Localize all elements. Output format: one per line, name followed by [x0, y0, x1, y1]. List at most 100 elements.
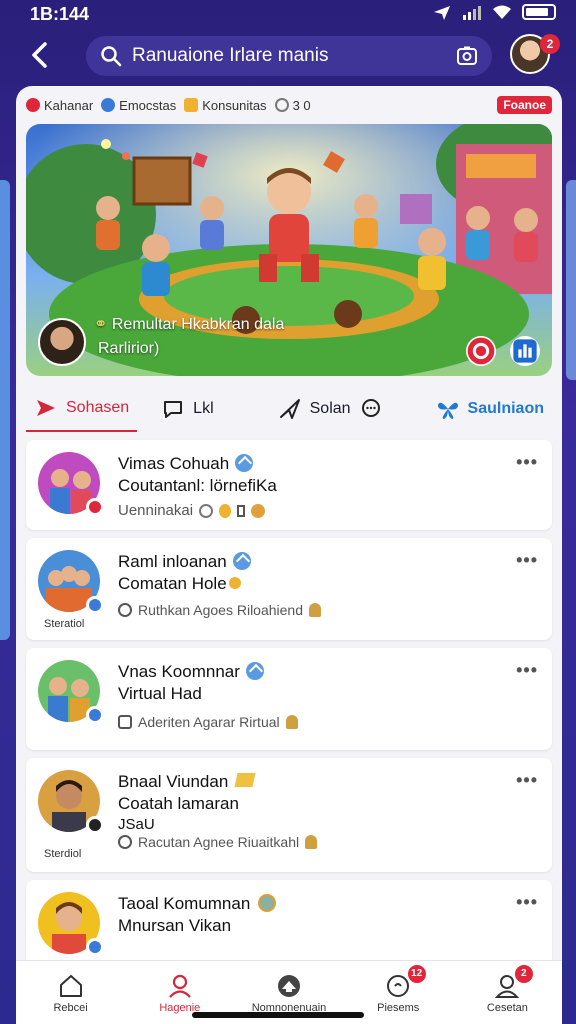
stats-button[interactable]: [510, 336, 540, 366]
wifi-icon: [493, 5, 511, 19]
bell-icon: [305, 835, 318, 849]
side-panel-left: [0, 180, 10, 640]
item-meta: Uenninakai: [118, 502, 266, 519]
list-item[interactable]: Vimas Cohuah Coutantanl: lörnefiKa Uenni…: [26, 440, 552, 530]
live-badge[interactable]: Foanoe: [497, 96, 552, 114]
link-icon: ⚭: [94, 316, 108, 333]
tab-lkl[interactable]: Lkl: [153, 386, 221, 432]
play-icon: [37, 400, 55, 416]
nav-home[interactable]: Rebcei: [16, 961, 125, 1024]
butterfly-icon: [437, 402, 458, 419]
bell-icon: [285, 715, 298, 729]
award-icon: [234, 773, 256, 787]
location-icon: [434, 6, 450, 20]
battery-icon: [522, 4, 556, 20]
more-options-button[interactable]: •••: [516, 550, 538, 571]
account-badge: 2: [514, 965, 533, 983]
message-icon: [118, 715, 132, 729]
profile-icon: [168, 974, 191, 998]
camera-icon[interactable]: [456, 45, 478, 67]
item-title: Bnaal Viundan: [118, 772, 256, 792]
item-status-label: Steratiol: [44, 618, 85, 630]
comment-icon: [164, 401, 183, 418]
status-badge: [86, 816, 104, 834]
status-bar: 1B:144: [0, 0, 576, 28]
medal-icon: [219, 503, 232, 518]
list-item[interactable]: Sterdiol Bnaal Viundan Coatah lamaran JS…: [26, 758, 552, 872]
community-icon: [278, 974, 300, 997]
home-indicator: [192, 1012, 364, 1018]
item-meta: Racutan Agnee Riuaitkahl: [118, 834, 318, 850]
record-icon: [467, 337, 495, 365]
tab-solan[interactable]: Solan: [270, 386, 391, 432]
home-icon: [59, 974, 82, 997]
status-icons: [432, 4, 556, 20]
coin-icon: [228, 577, 241, 589]
status-badge: [86, 596, 104, 614]
chip-counter[interactable]: 3 0: [274, 98, 311, 113]
status-badge: [86, 498, 104, 516]
list-item[interactable]: Steratiol Raml inloanan Comatan Hole Rut…: [26, 538, 552, 640]
bell-icon: [309, 603, 322, 617]
signal-icon: [463, 6, 481, 20]
comment-icon: [118, 835, 132, 849]
item-status-label: Sterdiol: [44, 848, 82, 860]
chat-bubble-icon: [361, 399, 380, 417]
more-options-button[interactable]: •••: [516, 452, 538, 473]
comment-icon: [118, 603, 132, 617]
item-subtitle: Coatah lamaran: [118, 794, 239, 813]
heart-icon: [26, 98, 40, 112]
item-title: Taoal Komumnan: [118, 894, 277, 914]
content-card: Kahanar Emocstas Konsunitas 3 0 Foanoe ⚭…: [16, 86, 562, 1024]
tab-sohasen[interactable]: Sohasen: [26, 386, 138, 432]
tab-saulniaon[interactable]: Saulniaon: [428, 386, 552, 432]
search-query[interactable]: Ranuaione Irlare manis: [132, 45, 456, 67]
item-title: Raml inloanan: [118, 552, 251, 572]
verified-icon: [245, 662, 264, 680]
status-badge: [86, 706, 104, 724]
emoji-icon: [251, 503, 266, 518]
chip-konsunitas[interactable]: Konsunitas: [184, 98, 267, 113]
list-item[interactable]: Vnas Koomnnar Virtual Had Aderiten Agara…: [26, 648, 552, 750]
side-panel-right: [566, 180, 576, 380]
chip-kahanar[interactable]: Kahanar: [26, 98, 93, 113]
chart-icon: [513, 339, 537, 363]
category-chips: Kahanar Emocstas Konsunitas 3 0 Foanoe: [26, 94, 552, 116]
share-icon: [279, 399, 300, 419]
item-subtitle: Comatan Hole: [118, 574, 241, 594]
tag-icon: [237, 504, 246, 517]
item-subtitle: Virtual Had: [118, 684, 202, 703]
more-options-button[interactable]: •••: [516, 660, 538, 681]
banner-title: ⚭ Remultar Hkabkran dala: [94, 316, 285, 333]
item-subtitle: Coutantanl: lörnefiKa: [118, 476, 277, 495]
item-meta: Aderiten Agarar Rirtual: [118, 714, 298, 730]
search-icon: [101, 46, 122, 67]
more-options-button[interactable]: •••: [516, 770, 538, 791]
item-meta: Ruthkan Agoes Riloahiend: [118, 602, 322, 618]
back-button[interactable]: [24, 38, 56, 72]
nav-account[interactable]: Cesetan 2: [453, 961, 562, 1024]
item-subtitle: Mnursan Vikan: [118, 916, 232, 935]
banner-host-avatar[interactable]: [38, 318, 86, 366]
messages-badge: 12: [407, 965, 426, 983]
search-bar[interactable]: Ranuaione Irlare manis: [86, 36, 492, 76]
content-tabs: Sohasen Lkl Solan Saulniaon: [26, 386, 552, 432]
badge-icon: [258, 894, 277, 912]
banner-subtitle: Rarlirior): [98, 340, 160, 357]
more-options-button[interactable]: •••: [516, 892, 538, 913]
item-title: Vnas Koomnnar: [118, 662, 264, 682]
chevron-left-icon: [32, 42, 47, 68]
clock-icon: [274, 98, 289, 112]
info-icon: [199, 503, 214, 518]
item-subtitle-2: JSaU: [118, 816, 155, 833]
community-icon: [184, 98, 199, 112]
globe-icon: [101, 98, 116, 112]
verified-icon: [235, 454, 254, 472]
item-title: Vimas Cohuah: [118, 454, 254, 474]
status-time: 1B:144: [30, 4, 90, 24]
chip-emocstas[interactable]: Emocstas: [101, 98, 176, 113]
notification-badge: 2: [540, 34, 560, 54]
community-banner[interactable]: ⚭ Remultar Hkabkran dala Rarlirior): [26, 124, 552, 376]
record-button[interactable]: [466, 336, 496, 366]
verified-icon: [232, 552, 251, 570]
